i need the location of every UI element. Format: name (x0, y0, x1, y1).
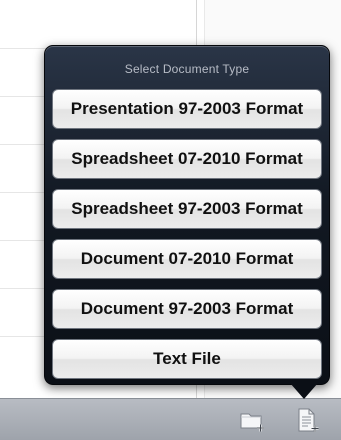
new-folder-button[interactable] (237, 405, 267, 435)
popover-title: Select Document Type (124, 62, 250, 76)
new-document-icon (298, 408, 319, 432)
option-presentation-97-2003[interactable]: Presentation 97-2003 Format (52, 89, 322, 129)
document-type-popover: Select Document Type Presentation 97-200… (44, 45, 330, 385)
bottom-toolbar (0, 398, 341, 440)
new-folder-icon (240, 413, 264, 432)
option-document-07-2010[interactable]: Document 07-2010 Format (52, 239, 322, 279)
option-spreadsheet-07-2010[interactable]: Spreadsheet 07-2010 Format (52, 139, 322, 179)
new-document-button[interactable] (292, 405, 322, 435)
popover-arrow (290, 383, 318, 399)
option-spreadsheet-97-2003[interactable]: Spreadsheet 97-2003 Format (52, 189, 322, 229)
option-text-file[interactable]: Text File (52, 339, 322, 379)
option-document-97-2003[interactable]: Document 97-2003 Format (52, 289, 322, 329)
